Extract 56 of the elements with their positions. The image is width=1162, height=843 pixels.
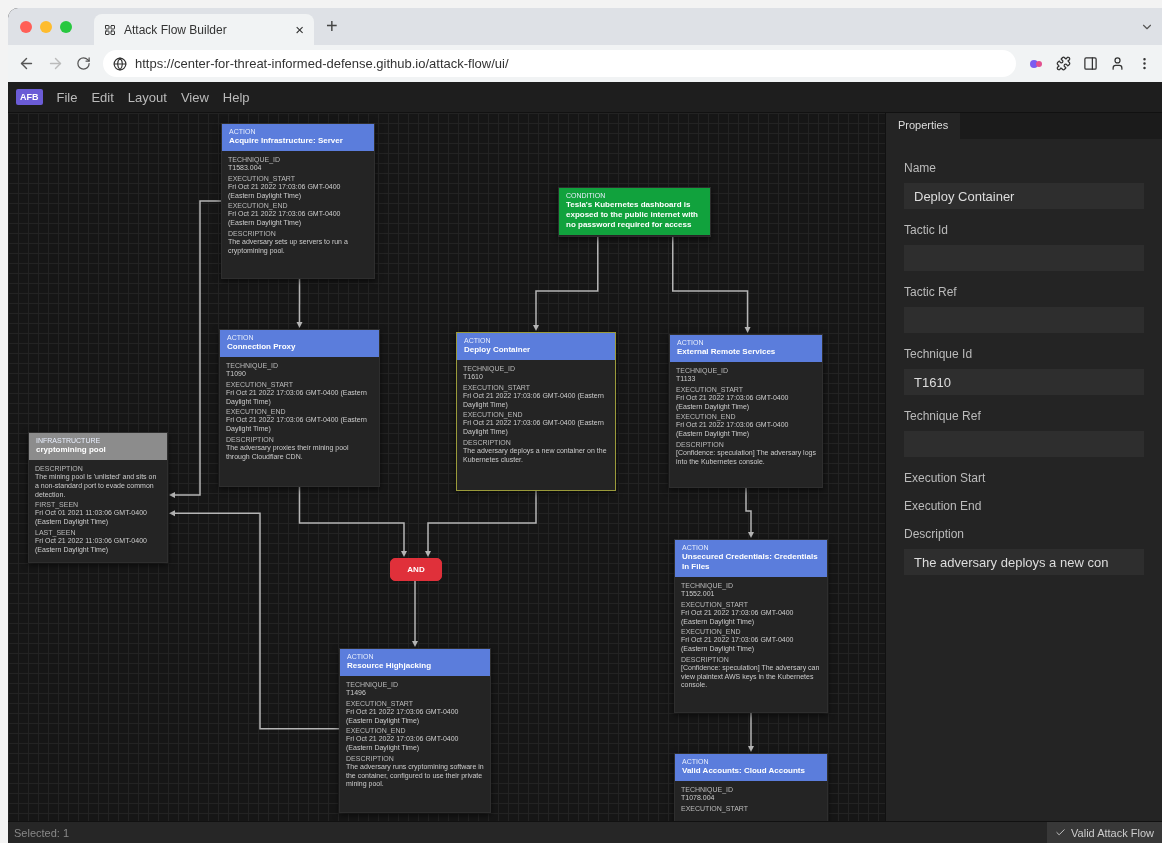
property-label: Technique Id bbox=[904, 347, 974, 361]
tab-title: Attack Flow Builder bbox=[124, 22, 228, 37]
puzzle-icon[interactable] bbox=[1056, 56, 1071, 71]
new-tab-button[interactable]: + bbox=[326, 15, 338, 38]
connector bbox=[412, 578, 418, 647]
node-title: External Remote Services bbox=[677, 347, 777, 357]
property-label: Execution Start bbox=[904, 471, 987, 485]
sidebar-icon[interactable] bbox=[1083, 56, 1098, 71]
property-field[interactable]: The adversary deploys a new con bbox=[904, 549, 1144, 575]
node-title: cryptomining pool bbox=[36, 445, 107, 455]
property-label: Description bbox=[904, 527, 966, 541]
globe-icon bbox=[113, 56, 127, 71]
grid-icon bbox=[104, 23, 116, 36]
browser-tab[interactable]: Attack Flow Builder × bbox=[94, 14, 314, 45]
connector bbox=[296, 278, 303, 328]
connector bbox=[748, 712, 754, 752]
property-label: Execution End bbox=[904, 499, 983, 513]
profile-icon[interactable] bbox=[1110, 56, 1125, 71]
menu-item[interactable]: File bbox=[56, 89, 78, 105]
action-node[interactable] bbox=[674, 539, 828, 713]
reload-icon[interactable] bbox=[76, 56, 91, 71]
node-title: Unsecured Credentials: Credentials In Files bbox=[682, 552, 819, 572]
action-node[interactable] bbox=[669, 334, 823, 488]
app-logo: AFB bbox=[16, 89, 43, 105]
check-icon bbox=[1055, 827, 1067, 838]
property-field[interactable]: T1610 bbox=[904, 369, 1144, 395]
node-title: Valid Accounts: Cloud Accounts bbox=[682, 766, 806, 776]
node-title: Resource Highjacking bbox=[347, 661, 433, 671]
property-label: Name bbox=[904, 161, 937, 175]
node-title: Tesla's Kubernetes dashboard is exposed to the public internet with no password required for access bbox=[566, 200, 699, 230]
action-node[interactable] bbox=[339, 648, 491, 813]
menu-item[interactable]: View bbox=[180, 89, 209, 105]
property-label: Tactic Ref bbox=[904, 285, 958, 299]
action-node[interactable] bbox=[221, 123, 375, 279]
selection-status: Selected: 1 bbox=[13, 826, 70, 839]
infrastructure-node[interactable] bbox=[28, 432, 168, 563]
node-title: Deploy Container bbox=[464, 345, 532, 355]
action-node[interactable] bbox=[219, 329, 380, 487]
node-title: Connection Proxy bbox=[227, 342, 297, 352]
node-title: Acquire Infrastructure: Server bbox=[229, 136, 344, 146]
menu-item[interactable]: Help bbox=[222, 89, 250, 105]
url-text: https://center-for-threat-informed-defense.github.io/attack-flow/ui/ bbox=[135, 56, 509, 71]
validity-status[interactable]: Valid Attack Flow bbox=[1047, 822, 1162, 843]
and-operator-node[interactable]: AND bbox=[390, 558, 442, 581]
address-bar[interactable]: https://center-for-threat-informed-defense.github.io/attack-flow/ui/ bbox=[103, 50, 1016, 77]
back-icon[interactable] bbox=[18, 55, 35, 72]
menu-item[interactable]: Layout bbox=[127, 89, 167, 105]
menu-item[interactable]: Edit bbox=[91, 89, 114, 105]
action-node[interactable] bbox=[456, 332, 616, 491]
property-field[interactable]: Deploy Container bbox=[904, 183, 1144, 209]
validity-text: Valid Attack Flow bbox=[1071, 826, 1154, 839]
tab-close-button[interactable]: × bbox=[295, 21, 304, 38]
connector bbox=[745, 487, 754, 538]
property-label: Technique Ref bbox=[904, 409, 982, 423]
property-label: Tactic Id bbox=[904, 223, 949, 237]
properties-tab[interactable]: Properties bbox=[886, 113, 961, 139]
